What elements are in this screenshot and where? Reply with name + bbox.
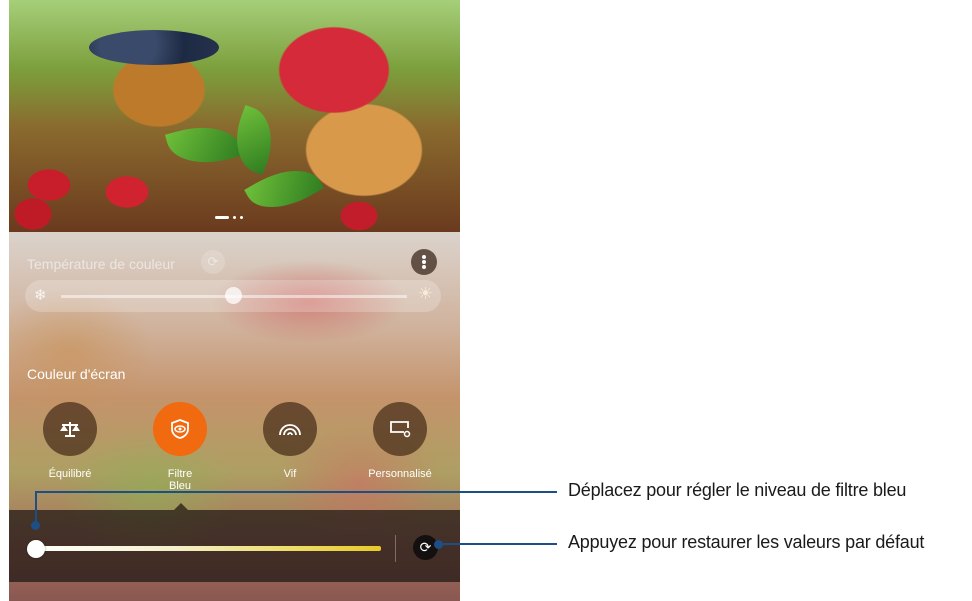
mint-leaf <box>165 116 243 174</box>
more-vert-icon[interactable] <box>411 249 437 275</box>
refresh-icon[interactable]: ⟳ <box>201 250 225 274</box>
custom-screen-icon <box>373 402 427 456</box>
color-temperature-slider[interactable]: ❄ ☀ <box>25 280 441 312</box>
callout-slider-text: Déplacez pour régler le niveau de filtre… <box>568 480 907 500</box>
divider <box>395 535 396 562</box>
eye-shield-icon <box>153 402 207 456</box>
vivid-icon <box>263 402 317 456</box>
mode-balanced[interactable]: Équilibré <box>20 402 120 480</box>
callout-reset-text: Appuyez pour restaurer les valeurs par d… <box>568 532 925 552</box>
mode-label: Filtre Bleu <box>167 468 193 492</box>
blueberries-bowl <box>89 30 219 65</box>
splendid-panel: Température de couleur ⟳ ❄ ☀ Couleur d'é… <box>9 232 460 601</box>
sun-icon: ☀ <box>417 284 433 303</box>
callout-line <box>35 491 557 493</box>
page-indicator <box>215 216 243 219</box>
wallpaper-photo <box>9 0 460 232</box>
temperature-knob[interactable] <box>225 287 242 304</box>
mode-label: Vif <box>283 468 297 480</box>
blue-filter-knob[interactable] <box>27 540 45 558</box>
color-temperature-title: Température de couleur <box>27 256 175 272</box>
blue-filter-slider[interactable] <box>31 546 381 551</box>
balance-icon <box>43 402 97 456</box>
mode-blue-filter[interactable]: Filtre Bleu <box>130 402 230 492</box>
phone-screen: Température de couleur ⟳ ❄ ☀ Couleur d'é… <box>9 0 460 601</box>
callout-line <box>438 543 557 545</box>
snowflake-icon: ❄ <box>34 287 47 304</box>
screen-color-title: Couleur d'écran <box>27 366 126 382</box>
selected-mode-pointer <box>174 503 188 510</box>
mode-label: Équilibré <box>48 468 92 480</box>
callout-line <box>35 491 37 525</box>
mode-vivid[interactable]: Vif <box>240 402 340 480</box>
mode-label: Personnalisé <box>368 468 432 480</box>
mode-custom[interactable]: Personnalisé <box>350 402 450 480</box>
